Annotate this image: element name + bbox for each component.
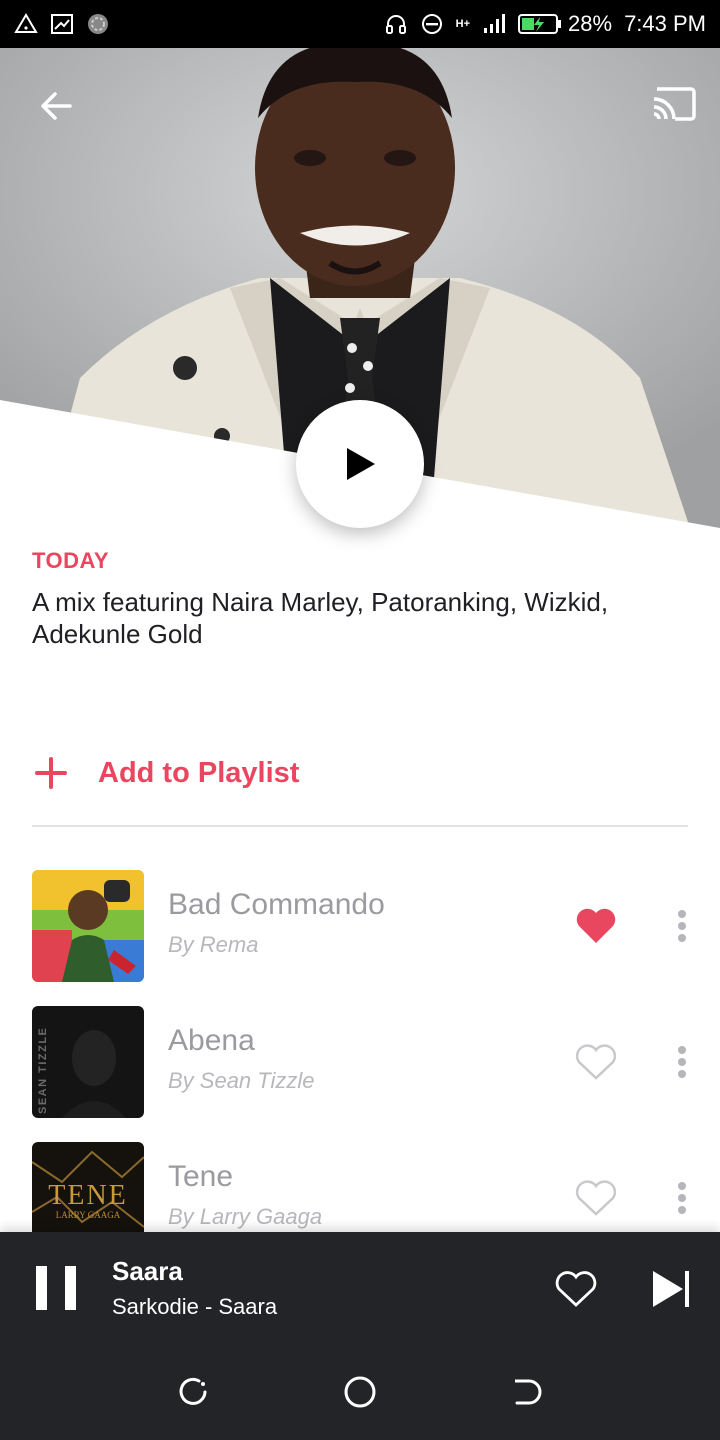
more-options-button[interactable] (664, 1042, 700, 1082)
now-playing-subtitle: Sarkodie - Saara (112, 1294, 278, 1319)
battery-percent: 28% (568, 11, 613, 36)
do-not-disturb-icon (421, 14, 442, 34)
pause-button[interactable] (36, 1266, 76, 1310)
track-artist: By Larry Gaaga (168, 1204, 323, 1229)
screenshot-icon (51, 14, 73, 34)
like-button[interactable] (574, 904, 618, 948)
back-nav-button[interactable] (507, 1372, 547, 1412)
skip-next-button[interactable] (650, 1268, 692, 1310)
headphones-icon (385, 15, 406, 34)
warning-triangle-icon (14, 13, 38, 33)
home-circle-icon (344, 1376, 376, 1408)
like-button[interactable] (574, 1040, 618, 1084)
now-playing-title: Saara (112, 1256, 183, 1286)
album-art: SEAN TIZZLE (32, 1006, 144, 1118)
track-list: Bad Commando By Rema SEAN TIZZLE Abena B… (0, 870, 720, 1278)
clock: 7:43 PM (624, 11, 706, 36)
pause-icon-bar (65, 1266, 76, 1310)
like-button[interactable] (574, 1176, 618, 1220)
heart-outline-icon (575, 1180, 617, 1216)
status-right-icons: H+ 28% 7:43 PM (384, 11, 706, 37)
status-bar: H+ 28% 7:43 PM (0, 0, 720, 48)
network-type-label: H+ (455, 18, 471, 30)
recents-button[interactable] (173, 1372, 213, 1412)
status-left-icons (14, 12, 110, 36)
heart-outline-icon (575, 1044, 617, 1080)
mini-player[interactable]: Saara Sarkodie - Saara (0, 1232, 720, 1344)
divider (32, 825, 688, 827)
cast-button[interactable] (648, 82, 700, 126)
cast-icon (653, 87, 696, 121)
track-row[interactable]: Bad Commando By Rema (0, 870, 720, 1006)
mix-label: TODAY (32, 548, 110, 573)
pause-icon (36, 1266, 47, 1310)
heart-filled-icon (576, 908, 616, 943)
album-art (32, 870, 144, 982)
now-playing-like-button[interactable] (554, 1268, 598, 1310)
back-nav-icon (514, 1379, 542, 1405)
track-title: Abena (168, 1024, 255, 1057)
add-to-playlist-label: Add to Playlist (98, 756, 300, 789)
sync-icon (88, 14, 108, 34)
play-icon (347, 448, 375, 480)
album-art-subtext: LARRY GAAGA (56, 1210, 121, 1220)
system-nav-bar (0, 1344, 720, 1440)
back-button[interactable] (28, 78, 84, 134)
album-art-text: TENE (48, 1180, 128, 1211)
signal-icon (484, 14, 506, 33)
track-artist: By Sean Tizzle (168, 1068, 315, 1093)
play-mix-button[interactable] (296, 400, 424, 528)
more-vertical-icon (678, 1182, 686, 1214)
track-row[interactable]: SEAN TIZZLE Abena By Sean Tizzle (0, 1006, 720, 1142)
plus-icon (35, 757, 67, 789)
arrow-left-icon (41, 92, 72, 120)
more-vertical-icon (678, 1046, 686, 1078)
track-artist: By Rema (168, 932, 259, 957)
skip-next-icon (653, 1271, 689, 1307)
recents-icon (179, 1377, 207, 1405)
heart-outline-icon (555, 1271, 597, 1307)
more-vertical-icon (678, 910, 686, 942)
track-title: Bad Commando (168, 888, 385, 921)
battery-charging-icon (518, 14, 562, 34)
track-title: Tene (168, 1160, 234, 1193)
mix-description: A mix featuring Naira Marley, Patorankin… (32, 587, 609, 649)
more-options-button[interactable] (664, 906, 700, 946)
home-button[interactable] (340, 1372, 380, 1412)
add-to-playlist-button[interactable]: Add to Playlist (32, 745, 299, 801)
album-art-text: SEAN TIZZLE (37, 1027, 49, 1114)
more-options-button[interactable] (664, 1178, 700, 1218)
battery-indicator: 28% (518, 11, 612, 37)
